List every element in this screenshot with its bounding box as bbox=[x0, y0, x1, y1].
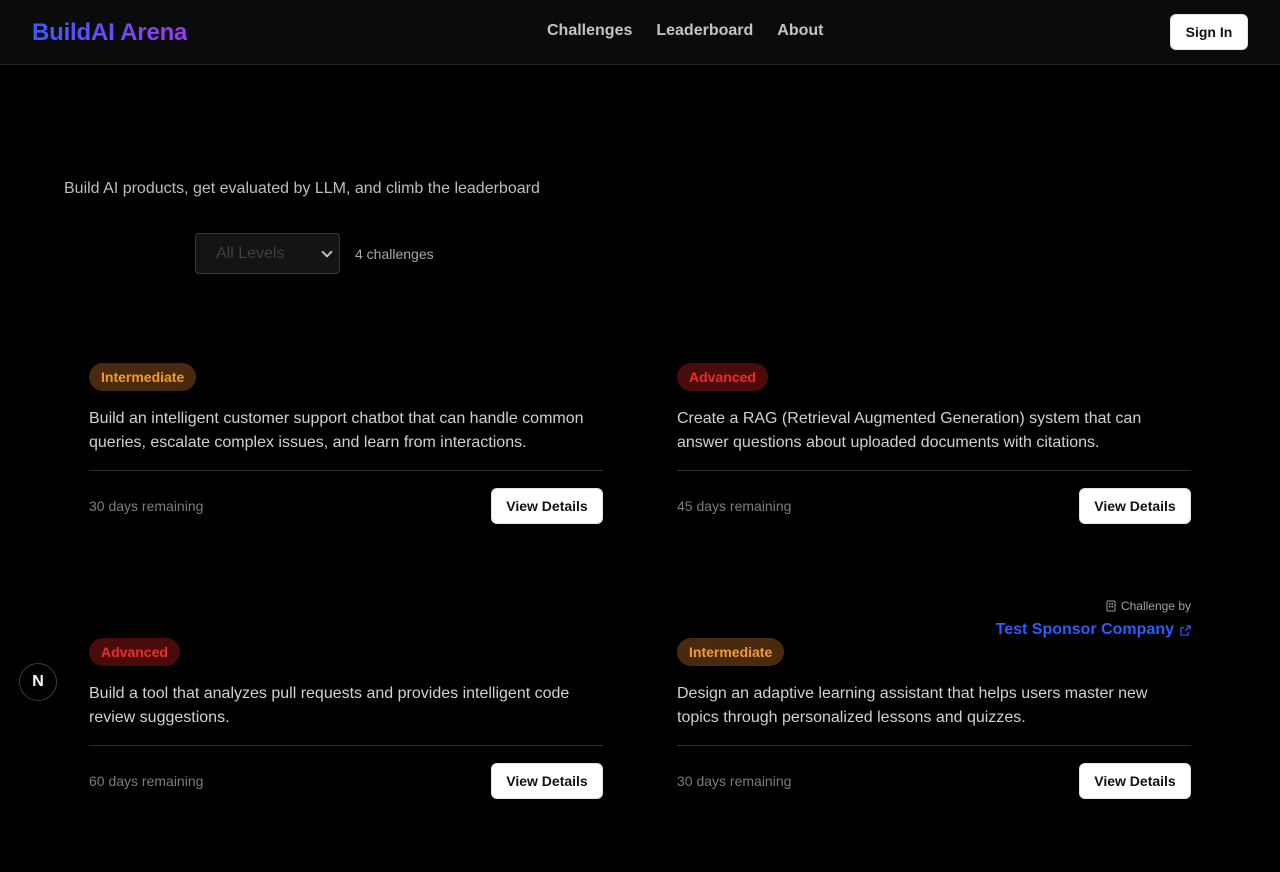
card-divider bbox=[677, 745, 1191, 746]
challenge-count: 4 challenges bbox=[355, 246, 434, 262]
top-navigation-bar: BuildAI Arena Challenges Leaderboard Abo… bbox=[0, 0, 1280, 65]
sponsor-name: Test Sponsor Company bbox=[995, 621, 1174, 638]
main-nav: Challenges Leaderboard About bbox=[547, 22, 823, 40]
level-badge: Advanced bbox=[677, 363, 768, 391]
card-divider bbox=[89, 470, 603, 471]
nav-about[interactable]: About bbox=[777, 22, 823, 40]
view-details-button[interactable]: View Details bbox=[491, 488, 603, 524]
challenge-card: Advanced Build a tool that analyzes pull… bbox=[89, 638, 603, 800]
level-badge: Intermediate bbox=[677, 638, 785, 666]
external-link-icon bbox=[1180, 624, 1191, 636]
card-divider bbox=[677, 470, 1191, 471]
level-badge: Advanced bbox=[89, 638, 180, 666]
sponsor-link[interactable]: Test Sponsor Company bbox=[996, 621, 1191, 639]
challenge-description: Design an adaptive learning assistant th… bbox=[677, 685, 1148, 726]
challenge-description: Build an intelligent customer support ch… bbox=[89, 410, 584, 451]
sponsor-caption: Challenge by bbox=[1105, 599, 1191, 613]
challenge-description: Create a RAG (Retrieval Augmented Genera… bbox=[677, 410, 1142, 451]
dev-tools-badge[interactable]: N bbox=[19, 663, 57, 701]
nav-leaderboard[interactable]: Leaderboard bbox=[656, 22, 753, 40]
nav-challenges[interactable]: Challenges bbox=[547, 22, 632, 40]
level-filter-select[interactable]: All Levels bbox=[195, 233, 340, 274]
challenge-description: Build a tool that analyzes pull requests… bbox=[89, 685, 570, 726]
card-divider bbox=[89, 745, 603, 746]
challenge-card: Advanced Create a RAG (Retrieval Augment… bbox=[677, 363, 1191, 525]
brand-logo[interactable]: BuildAI Arena bbox=[32, 19, 187, 47]
page-subtitle: Build AI products, get evaluated by LLM,… bbox=[64, 180, 540, 197]
view-details-button[interactable]: View Details bbox=[1079, 488, 1191, 524]
days-remaining: 30 days remaining bbox=[89, 498, 204, 514]
sponsor-label: Challenge by bbox=[1120, 599, 1191, 613]
days-remaining: 45 days remaining bbox=[677, 498, 792, 514]
days-remaining: 30 days remaining bbox=[677, 773, 792, 789]
challenge-card: Intermediate Build an intelligent custom… bbox=[89, 363, 603, 525]
level-filter-value: All Levels bbox=[216, 244, 285, 262]
challenge-card: Challenge by Test Sponsor Company Interm… bbox=[677, 599, 1191, 800]
sign-in-button[interactable]: Sign In bbox=[1170, 14, 1248, 50]
days-remaining: 60 days remaining bbox=[89, 773, 204, 789]
view-details-button[interactable]: View Details bbox=[491, 763, 603, 799]
view-details-button[interactable]: View Details bbox=[1079, 763, 1191, 799]
chevron-down-icon bbox=[321, 246, 333, 258]
building-icon bbox=[1106, 600, 1116, 612]
level-badge: Intermediate bbox=[89, 363, 197, 391]
